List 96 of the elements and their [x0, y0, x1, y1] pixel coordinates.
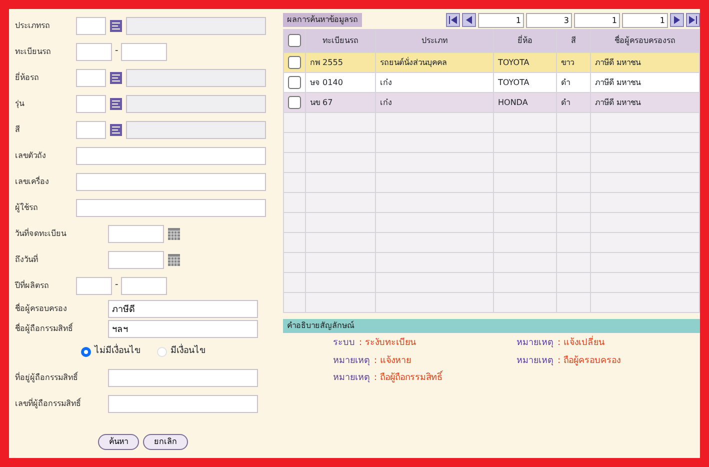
field-label: ปีที่ผลิตรถ — [15, 280, 50, 292]
input-field[interactable] — [76, 173, 266, 191]
range-separator: - — [115, 279, 118, 292]
table-cell: รถยนต์นั่งส่วนบุคคล — [380, 56, 447, 68]
input-field[interactable] — [76, 121, 106, 139]
input-field[interactable] — [108, 369, 258, 387]
checkbox[interactable] — [288, 96, 301, 109]
input-field[interactable] — [76, 95, 106, 113]
input-field[interactable] — [126, 69, 266, 87]
table-cell: ภาษีดี มหาชน — [595, 56, 641, 68]
field-label: เลขตัวถัง — [15, 150, 47, 162]
field-label: ที่อยู่ผู้ถือกรรมสิทธิ์ — [15, 372, 79, 384]
table-cell: ขาว — [561, 56, 574, 68]
input-field[interactable] — [108, 225, 164, 243]
column-header: ชื่อผู้ครอบครองรถ — [614, 34, 676, 46]
calendar-icon[interactable] — [167, 253, 181, 267]
page-field[interactable]: 1 — [574, 12, 620, 28]
page-field[interactable]: 1 — [622, 12, 668, 28]
table-cell: เก๋ง — [380, 96, 392, 108]
input-field[interactable]: ฯลฯ — [108, 320, 258, 338]
form-button[interactable]: ยกเลิก — [143, 434, 188, 450]
legend-title: คำอธิบายสัญลักษณ์ — [283, 319, 700, 333]
field-label: ถึงวันที่ — [15, 254, 39, 266]
input-field[interactable] — [121, 43, 168, 61]
input-field[interactable] — [76, 147, 266, 165]
input-field[interactable] — [108, 395, 258, 413]
lookup-icon[interactable] — [109, 71, 123, 85]
column-header: ประเภท — [422, 34, 448, 46]
table-cell: นข 67 — [310, 96, 333, 108]
input-field[interactable] — [108, 251, 164, 269]
page-field[interactable]: 3 — [526, 12, 572, 28]
table-cell: ภาษีดี มหาชน — [595, 76, 641, 88]
legend-label: หมายเหตุ — [333, 354, 370, 368]
checkbox[interactable] — [288, 76, 301, 89]
legend-value: : ถือผู้ถือกรรมสิทธิ์ — [374, 372, 442, 386]
table-row[interactable]: นข 67 เก๋ง HONDA ดำ ภาษีดี มหาชน — [284, 93, 700, 113]
table-cell: ดำ — [561, 76, 570, 88]
legend-value: : ระงับทะเบียน — [359, 337, 416, 350]
table-cell: ดำ — [561, 96, 570, 108]
first-page-icon[interactable] — [446, 13, 460, 27]
table-cell: ภาษีดี มหาชน — [595, 96, 641, 108]
column-header: ทะเบียนรถ — [322, 34, 358, 46]
input-field[interactable] — [126, 17, 266, 35]
table-cell: HONDA — [498, 96, 528, 108]
field-label: เลขที่ผู้ถือกรรมสิทธิ์ — [15, 398, 82, 410]
input-field[interactable] — [126, 121, 266, 139]
field-label: สี — [15, 124, 21, 136]
table-row[interactable]: ษจ 0140 เก๋ง TOYOTA ดำ ภาษีดี มหาชน — [284, 73, 700, 93]
field-label: ทะเบียนรถ — [15, 46, 52, 58]
input-field[interactable] — [76, 277, 112, 295]
legend-label: หมายเหตุ — [516, 337, 554, 350]
input-field[interactable] — [76, 199, 266, 217]
field-label: ยี่ห้อรถ — [15, 72, 40, 84]
lookup-icon[interactable] — [109, 19, 123, 33]
range-separator: - — [115, 45, 118, 58]
results-title: ผลการค้นหาข้อมูลรถ — [283, 13, 362, 27]
table-cell: TOYOTA — [498, 76, 530, 88]
input-field[interactable] — [126, 95, 266, 113]
input-field[interactable] — [76, 17, 106, 35]
form-button[interactable]: ค้นหา — [98, 434, 139, 450]
input-field[interactable] — [76, 43, 112, 61]
calendar-icon[interactable] — [167, 227, 181, 241]
input-field[interactable] — [121, 277, 168, 295]
legend-value: : แจ้งเปลี่ยน — [558, 337, 604, 350]
legend-label: หมายเหตุ — [333, 372, 370, 385]
previous-page-icon[interactable] — [462, 13, 476, 27]
column-header: สี — [571, 34, 576, 46]
radio-label: ไม่มีเงื่อนไข — [94, 345, 140, 359]
table-row[interactable]: กพ 2555 รถยนต์นั่งส่วนบุคคล TOYOTA ขาว ภาษีดี มหาชน — [284, 53, 700, 73]
table-cell: กพ 2555 — [310, 56, 343, 68]
field-label: ชื่อผู้ครอบครอง — [15, 303, 68, 315]
field-label: เลขเครื่อง — [15, 176, 50, 188]
legend-label: ระบบ — [333, 337, 355, 350]
field-label: ผู้ใช้รถ — [15, 202, 39, 214]
table-cell: ษจ 0140 — [310, 76, 343, 88]
legend-value: : แจ้งหาย — [374, 354, 411, 368]
field-label: ประเภทรถ — [15, 20, 51, 32]
lookup-icon[interactable] — [109, 97, 123, 111]
input-field[interactable] — [76, 69, 106, 87]
checkbox[interactable] — [288, 34, 301, 47]
checkbox[interactable] — [288, 56, 301, 69]
input-field[interactable]: ภาษีดี — [108, 300, 258, 318]
field-label: รุ่น — [15, 98, 26, 110]
field-label: วันที่จดทะเบียน — [15, 228, 68, 240]
lookup-icon[interactable] — [109, 123, 123, 137]
table-cell: TOYOTA — [498, 56, 530, 68]
radio-label: มีเงื่อนไข — [170, 345, 206, 359]
legend-value: : ถือผู้ครอบครอง — [558, 354, 620, 368]
table-cell: เก๋ง — [380, 76, 392, 88]
column-header: ยี่ห้อ — [518, 34, 532, 46]
next-page-icon[interactable] — [670, 13, 684, 27]
last-page-icon[interactable] — [686, 13, 700, 27]
page-field[interactable]: 1 — [478, 12, 524, 28]
legend-label: หมายเหตุ — [516, 354, 554, 368]
radio-button[interactable] — [80, 347, 90, 357]
field-label: ชื่อผู้ถือกรรมสิทธิ์ — [15, 323, 74, 335]
